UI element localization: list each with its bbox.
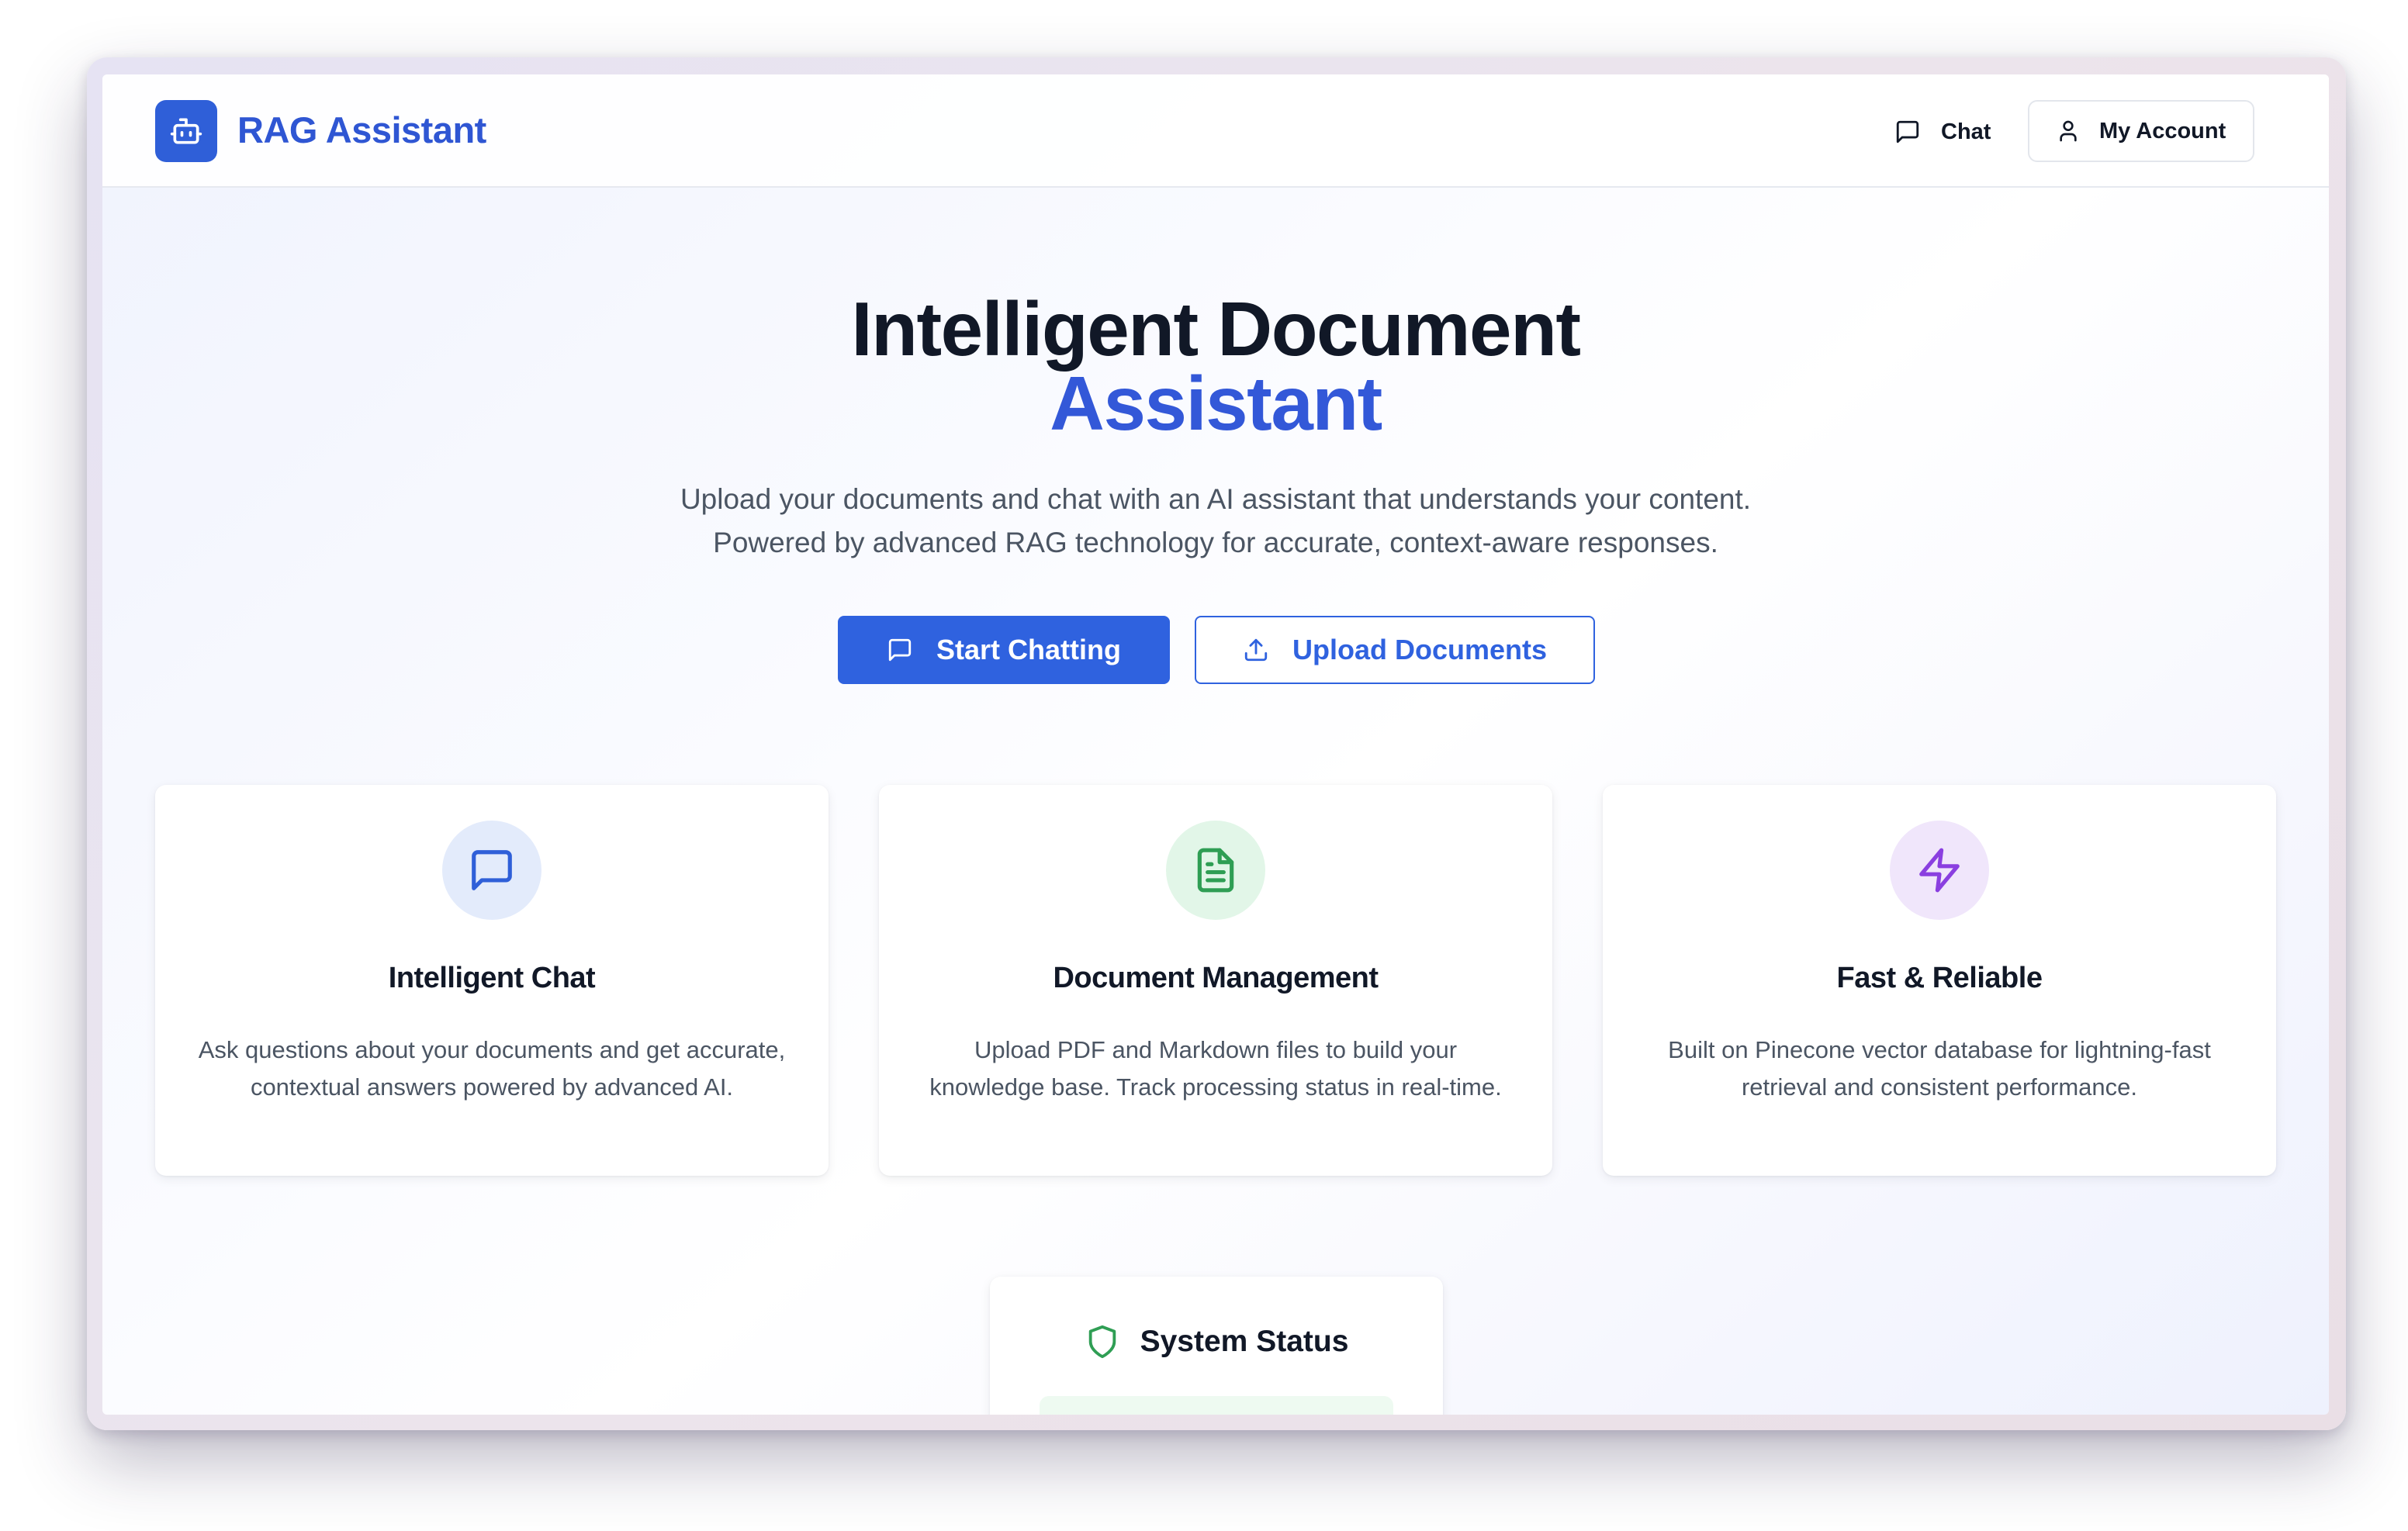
feature-description: Upload PDF and Markdown files to build y…: [929, 1036, 1502, 1101]
feature-icon-circle: [1166, 821, 1265, 920]
zap-icon: [1919, 848, 1960, 893]
page-viewport: RAG Assistant Chat My Account Intelligen…: [102, 74, 2329, 1415]
upload-icon: [1244, 638, 1268, 662]
file-text-icon: [1197, 848, 1234, 893]
feature-icon-circle: [1890, 821, 1989, 920]
shield-icon: [1088, 1325, 1116, 1359]
message-square-icon: [1896, 120, 1919, 143]
feature-card-fast-reliable: Fast & Reliable Built on Pinecone vector…: [1603, 785, 2276, 1176]
feature-title: Intelligent Chat: [388, 962, 596, 994]
my-account-label: My Account: [2099, 118, 2226, 143]
brand-logo[interactable]: [155, 100, 217, 162]
feature-title: Document Management: [1053, 962, 1379, 994]
start-chatting-label: Start Chatting: [936, 634, 1121, 665]
message-square-icon: [472, 850, 512, 890]
system-status-card: System Status: [990, 1277, 1443, 1415]
hero-subtitle-line1: Upload your documents and chat with an A…: [680, 483, 1752, 515]
hero-subtitle-line2: Powered by advanced RAG technology for a…: [713, 527, 1718, 558]
feature-card-document-management: Document Management Upload PDF and Markd…: [879, 785, 1552, 1176]
feature-description: Built on Pinecone vector database for li…: [1668, 1036, 2211, 1101]
feature-card-intelligent-chat: Intelligent Chat Ask questions about you…: [155, 785, 829, 1176]
system-status-title: System Status: [1140, 1325, 1349, 1358]
upload-documents-label: Upload Documents: [1292, 634, 1548, 665]
message-square-icon: [888, 638, 912, 662]
top-navigation-bar: RAG Assistant Chat My Account: [102, 74, 2329, 188]
feature-title: Fast & Reliable: [1836, 962, 2043, 994]
feature-icon-circle: [442, 821, 541, 920]
hero-title-accent: Assistant: [1050, 361, 1382, 446]
user-icon: [2060, 120, 2077, 142]
brand-name[interactable]: RAG Assistant: [237, 107, 486, 154]
feature-description: Ask questions about your documents and g…: [198, 1036, 786, 1101]
start-chatting-button[interactable]: Start Chatting: [838, 616, 1170, 684]
upload-documents-button[interactable]: Upload Documents: [1195, 616, 1595, 684]
system-status-header: System Status: [990, 1318, 1443, 1365]
my-account-button[interactable]: My Account: [2028, 100, 2254, 162]
nav-chat-link[interactable]: Chat: [1884, 102, 2008, 161]
nav-chat-label: Chat: [1941, 119, 1991, 144]
hero-title: Intelligent Document: [851, 286, 1581, 372]
status-indicator-row: [1040, 1396, 1393, 1415]
bot-icon: [170, 118, 202, 144]
